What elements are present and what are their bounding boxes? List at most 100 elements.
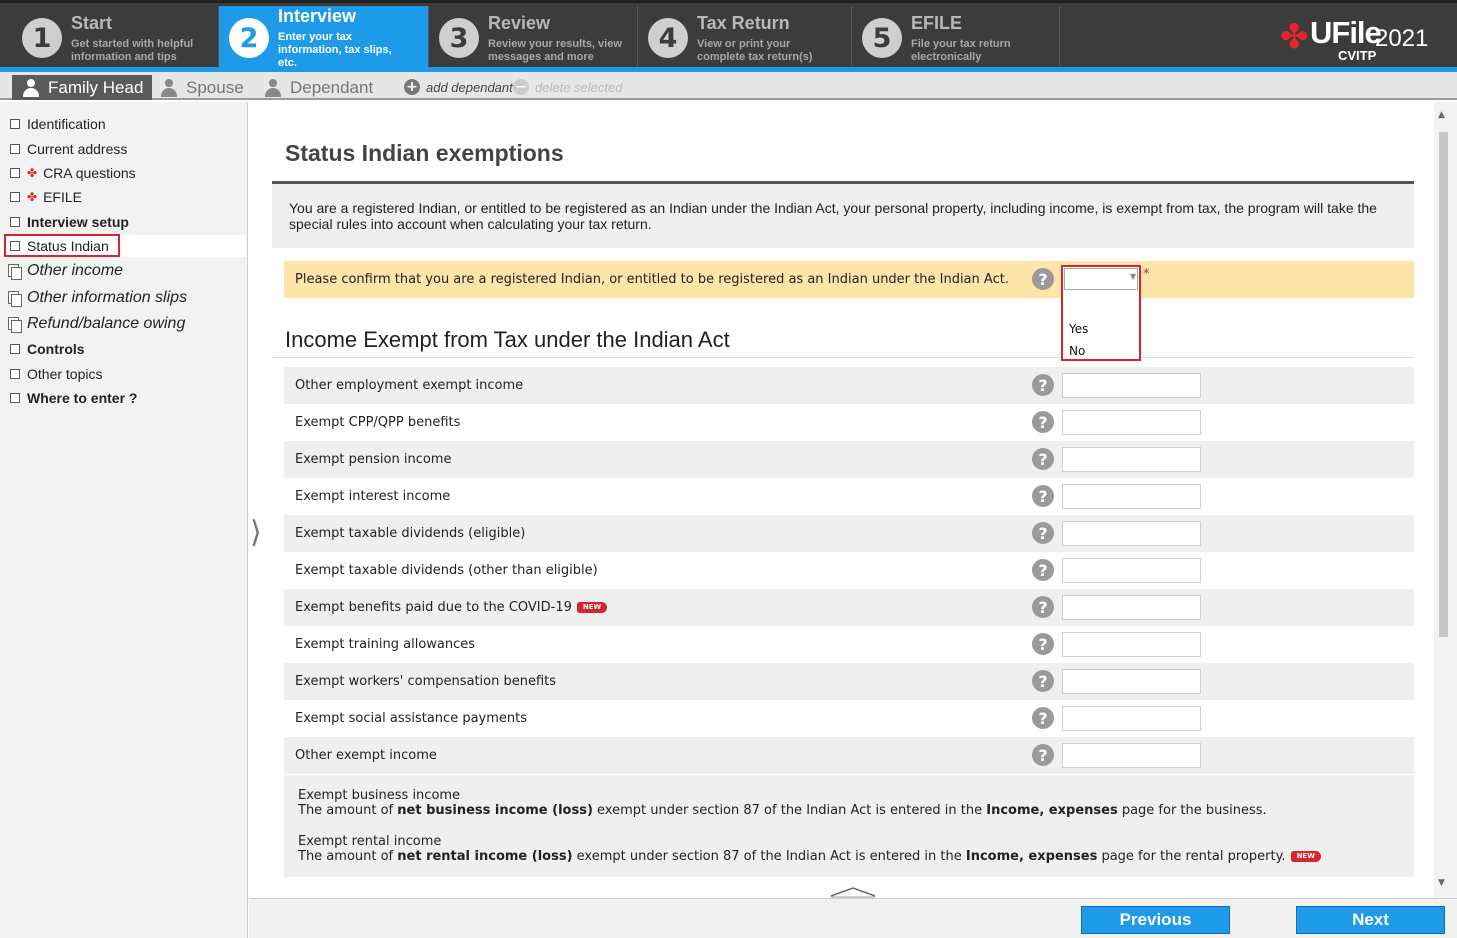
tab-label: Spouse	[186, 77, 244, 97]
help-icon[interactable]: ?	[1032, 522, 1054, 544]
registered-indian-dropdown[interactable]: Yes No	[1061, 265, 1141, 361]
checkbox-icon	[10, 344, 20, 354]
step-subtitle: View or print your complete tax return(s…	[697, 37, 813, 63]
help-icon[interactable]: ?	[1032, 633, 1054, 655]
amount-input[interactable]	[1062, 632, 1201, 657]
step-tax-return[interactable]: 4 Tax Return View or print your complete …	[638, 6, 852, 70]
tab-spouse[interactable]: Spouse	[150, 75, 250, 100]
sidebar-item-efile[interactable]: ✤ EFILE	[0, 186, 246, 208]
amount-input[interactable]	[1062, 595, 1201, 620]
dropdown-selected-value[interactable]	[1064, 268, 1138, 290]
sidebar-item-identification[interactable]: Identification	[0, 113, 246, 135]
sidebar-item-label: Where to enter ?	[27, 390, 138, 406]
sidebar-item-label: Interview setup	[27, 214, 129, 230]
help-icon[interactable]: ?	[1032, 596, 1054, 618]
step-interview[interactable]: 2 Interview Enter your tax information, t…	[219, 6, 429, 70]
note-bold: Income, expenses	[965, 849, 1098, 864]
vertical-scrollbar[interactable]: ▲ ▼	[1434, 102, 1457, 898]
sidebar-item-other-income[interactable]: Other income	[0, 260, 246, 282]
amount-input[interactable]	[1062, 521, 1201, 546]
business-note-title: Exempt business income	[298, 788, 461, 803]
delete-selected-button[interactable]: − delete selected	[513, 79, 622, 95]
row-label: Exempt taxable dividends (other than eli…	[295, 563, 598, 578]
previous-button[interactable]: Previous	[1081, 906, 1230, 934]
income-row-other-dividends: Exempt taxable dividends (other than eli…	[284, 552, 1414, 589]
sidebar-item-label: Controls	[27, 341, 85, 357]
dropdown-option-no[interactable]: No	[1069, 344, 1085, 358]
step-start[interactable]: 1 Start Get started with helpful informat…	[0, 6, 219, 70]
amount-input[interactable]	[1062, 484, 1201, 509]
amount-input[interactable]	[1062, 410, 1201, 435]
scroll-down-icon[interactable]: ▼	[1438, 878, 1445, 888]
amount-input[interactable]	[1062, 706, 1201, 731]
sidebar-item-label: Current address	[27, 141, 128, 157]
dropdown-option-yes[interactable]: Yes	[1069, 322, 1088, 336]
step-title: EFILE	[911, 12, 963, 33]
income-row-workers-comp: Exempt workers' compensation benefits?	[284, 663, 1414, 700]
sidebar-item-other-topics[interactable]: Other topics	[0, 363, 246, 385]
scroll-up-icon[interactable]: ▲	[1438, 110, 1445, 120]
sidebar-item-label: CRA questions	[43, 165, 136, 181]
sidebar-item-current-address[interactable]: Current address	[0, 138, 246, 160]
sidebar-item-cra-questions[interactable]: ✤ CRA questions	[0, 162, 246, 184]
amount-input[interactable]	[1062, 373, 1201, 398]
tab-family-head[interactable]: Family Head	[12, 75, 152, 100]
step-review[interactable]: 3 Review Review your results, view messag…	[429, 6, 638, 70]
amount-input[interactable]	[1062, 669, 1201, 694]
tab-dependant[interactable]: Dependant	[254, 75, 384, 100]
checkbox-icon	[10, 192, 20, 202]
next-button[interactable]: Next	[1296, 906, 1445, 934]
step-number: 4	[648, 18, 688, 58]
sidebar-item-where-to-enter[interactable]: Where to enter ?	[0, 387, 246, 409]
help-icon[interactable]: ?	[1032, 268, 1054, 290]
help-icon[interactable]: ?	[1032, 374, 1054, 396]
chevron-down-icon[interactable]: ▼	[1130, 272, 1136, 281]
help-icon[interactable]: ?	[1032, 559, 1054, 581]
amount-input[interactable]	[1062, 743, 1201, 768]
minus-icon: −	[513, 79, 529, 95]
row-label: Exempt taxable dividends (eligible)	[295, 526, 526, 541]
logo-year: 2021	[1375, 25, 1429, 52]
section-divider	[272, 357, 1414, 358]
income-row-eligible-dividends: Exempt taxable dividends (eligible)?	[284, 515, 1414, 552]
help-icon[interactable]: ?	[1032, 485, 1054, 507]
row-label: Other employment exempt income	[295, 378, 524, 393]
help-icon[interactable]: ?	[1032, 670, 1054, 692]
section-title: Income Exempt from Tax under the Indian …	[285, 327, 730, 352]
new-badge: NEW	[1290, 851, 1321, 862]
checkbox-icon	[10, 119, 20, 129]
note-text: exempt under section 87 of the Indian Ac…	[592, 803, 987, 818]
add-dependant-label: add dependant	[426, 79, 513, 95]
income-row-covid-benefits: Exempt benefits paid due to the COVID-19…	[284, 589, 1414, 626]
sidebar-item-refund-balance-owing[interactable]: Refund/balance owing	[0, 313, 246, 335]
business-note-text: The amount of net business income (loss)…	[298, 803, 1400, 818]
sidebar-item-other-information-slips[interactable]: Other information slips	[0, 287, 246, 309]
row-label: Exempt training allowances	[295, 637, 476, 652]
main-content: Status Indian exemptions You are a regis…	[249, 102, 1434, 898]
ufile-logo: ✤ UFile 2021 CVITP	[1278, 15, 1448, 65]
step-number: 2	[229, 18, 269, 58]
help-icon[interactable]: ?	[1032, 448, 1054, 470]
new-badge: NEW	[576, 602, 608, 613]
person-icon	[22, 78, 40, 97]
step-subtitle: File your tax return electronically	[911, 37, 1011, 63]
income-row-other-employment: Other employment exempt income?	[284, 367, 1414, 404]
sidebar-item-controls[interactable]: Controls	[0, 338, 246, 360]
scrollbar-thumb[interactable]	[1439, 132, 1448, 637]
add-dependant-button[interactable]: + add dependant	[404, 79, 513, 95]
maple-leaf-icon: ✤	[27, 190, 38, 204]
step-efile[interactable]: 5 EFILE File your tax return electronical…	[852, 6, 1060, 70]
row-label: Exempt pension income	[295, 452, 452, 467]
rental-note-text: The amount of net rental income (loss) e…	[298, 849, 1400, 864]
help-icon[interactable]: ?	[1032, 744, 1054, 766]
expand-panel-icon[interactable]	[829, 884, 877, 898]
step-title: Interview	[278, 6, 357, 26]
note-text: page for the business.	[1117, 803, 1267, 818]
help-icon[interactable]: ?	[1032, 707, 1054, 729]
amount-input[interactable]	[1062, 447, 1201, 472]
help-icon[interactable]: ?	[1032, 411, 1054, 433]
checkbox-icon	[10, 144, 20, 154]
sidebar-item-interview-setup[interactable]: Interview setup	[0, 211, 246, 233]
amount-input[interactable]	[1062, 558, 1201, 583]
maple-leaf-icon: ✤	[1280, 17, 1309, 57]
